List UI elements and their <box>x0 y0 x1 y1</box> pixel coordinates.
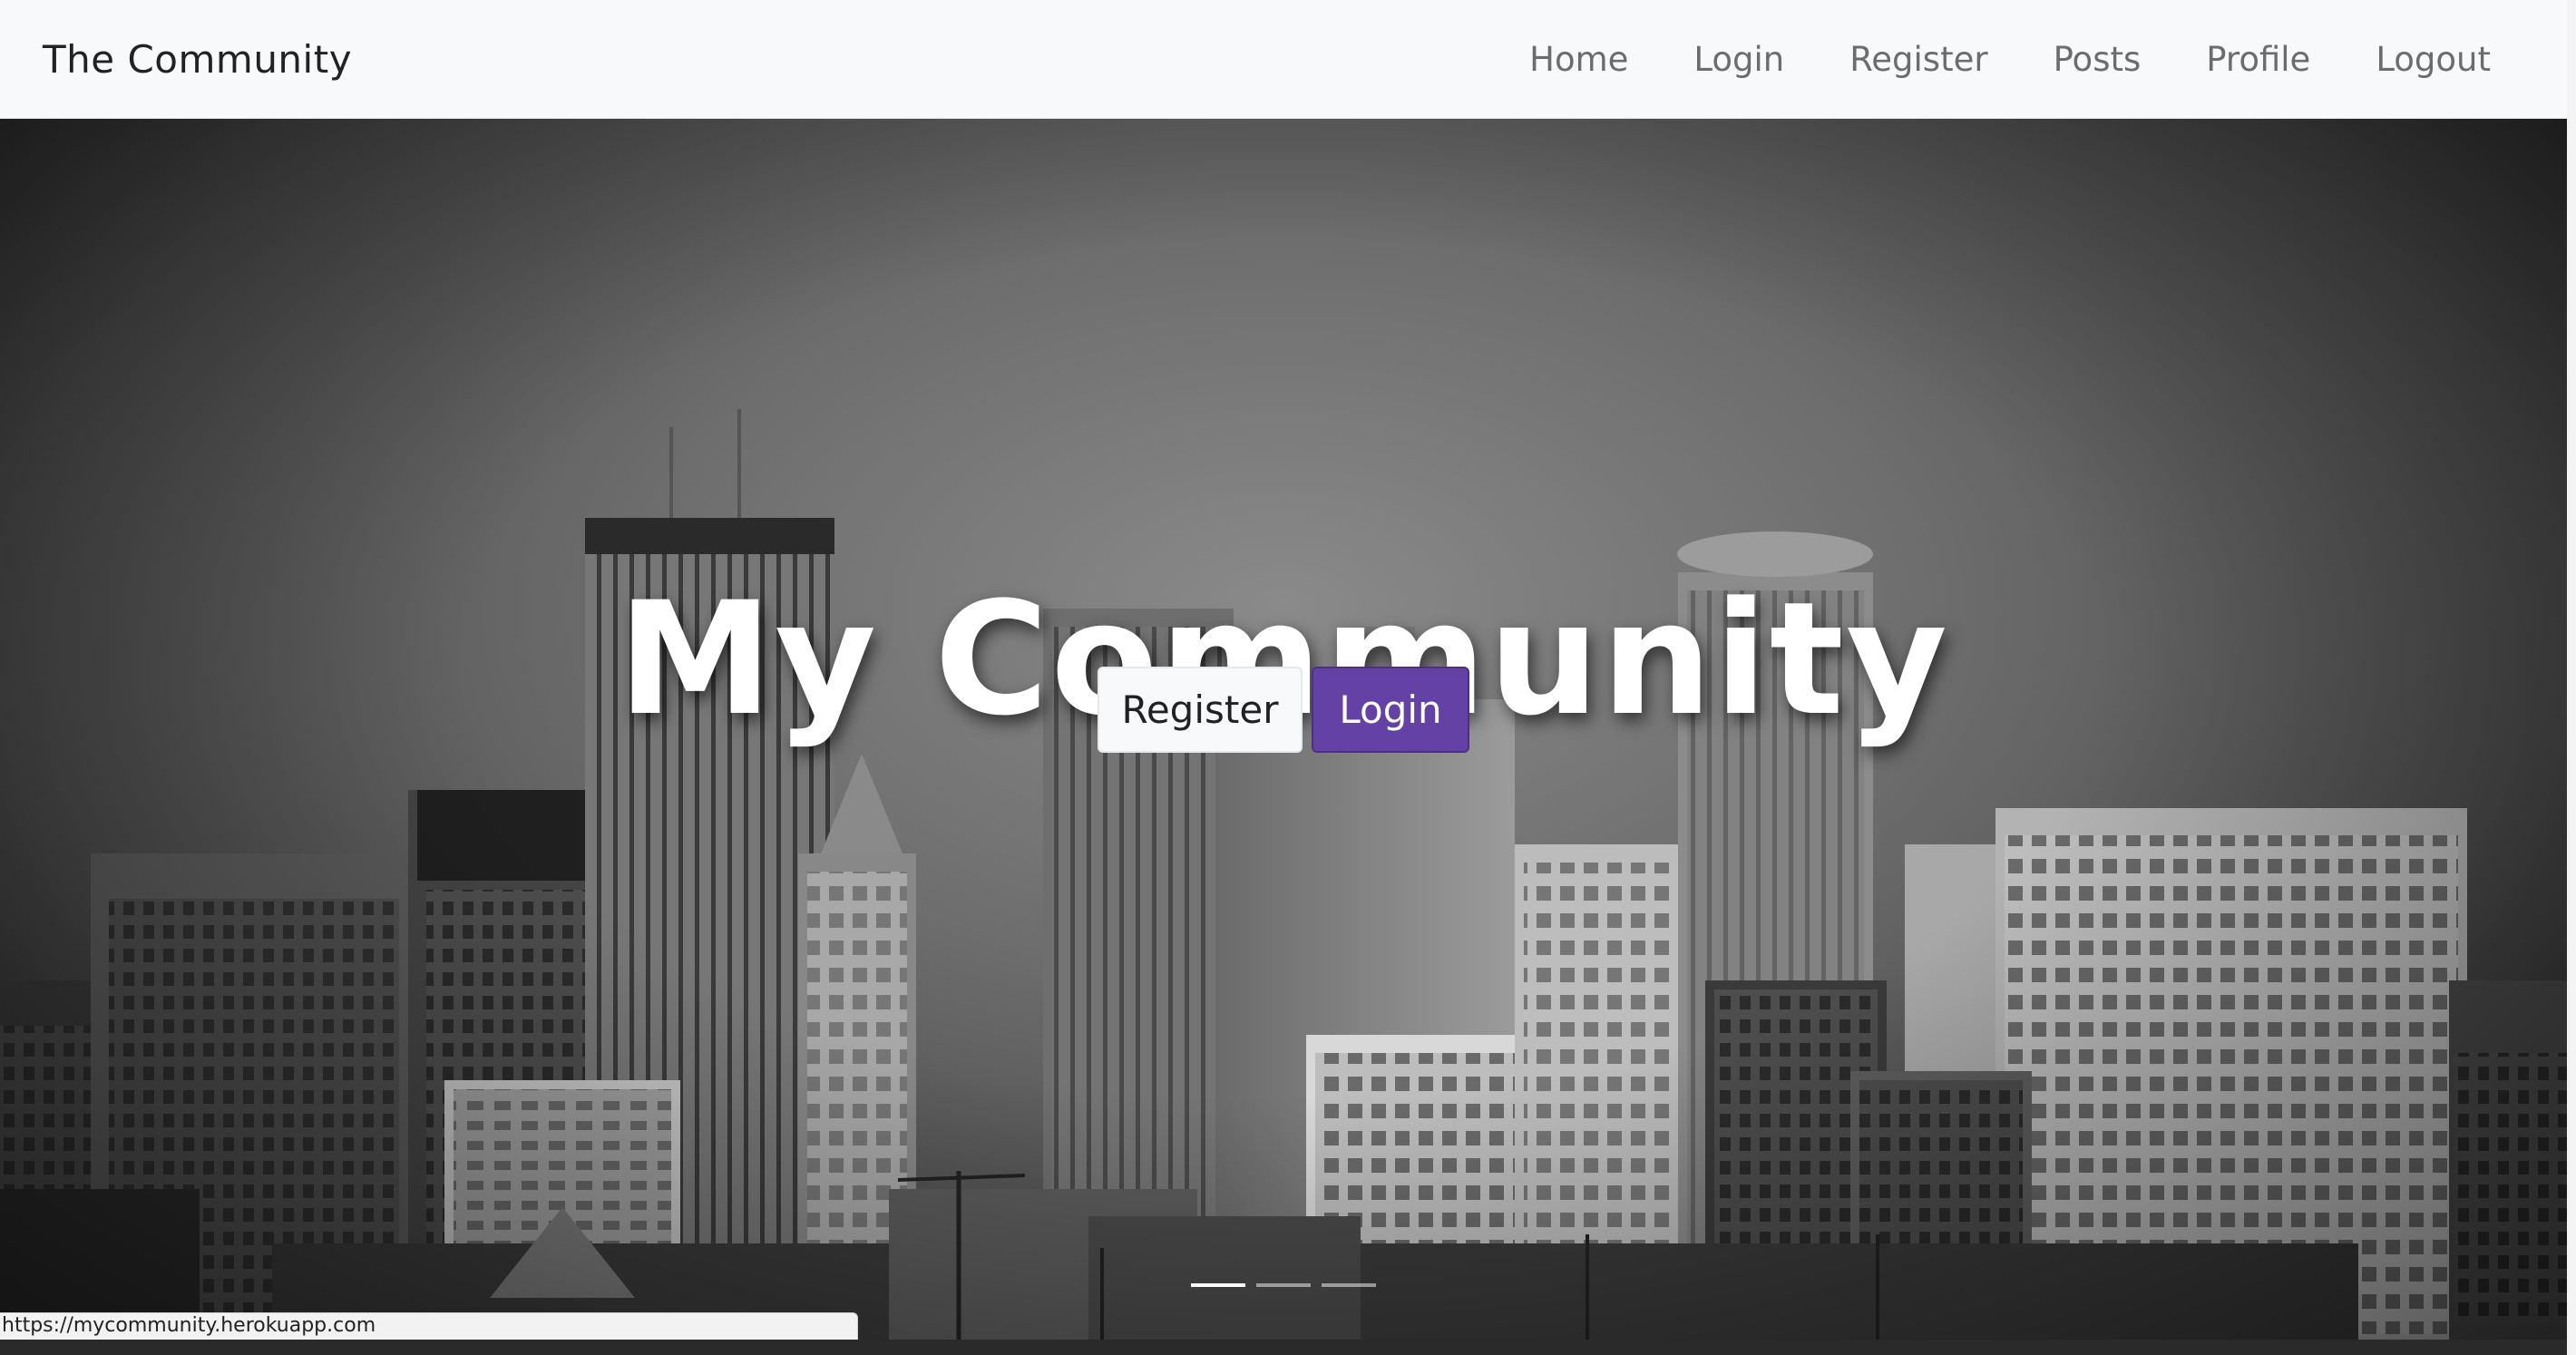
nav-links: Home Login Register Posts Profile Logout <box>1529 0 2491 119</box>
carousel-indicator-2[interactable] <box>1256 1283 1311 1287</box>
nav-link-register[interactable]: Register <box>1849 40 1987 79</box>
carousel-indicator-1[interactable] <box>1191 1283 1245 1287</box>
nav-link-profile[interactable]: Profile <box>2206 40 2310 79</box>
brand-link[interactable]: The Community <box>43 37 352 82</box>
hero-button-group: Register Login <box>0 667 2567 753</box>
hero-carousel: My Community Register Login <box>0 119 2567 1340</box>
carousel-indicators <box>0 1283 2567 1287</box>
hero-login-button[interactable]: Login <box>1312 667 1469 753</box>
carousel-indicator-3[interactable] <box>1322 1283 1376 1287</box>
nav-link-logout[interactable]: Logout <box>2376 40 2491 79</box>
bottom-edge <box>0 1340 2576 1355</box>
right-edge <box>2567 0 2576 1355</box>
browser-status-bar-url: https://mycommunity.herokuapp.com <box>0 1312 858 1340</box>
nav-link-login[interactable]: Login <box>1693 40 1784 79</box>
navbar: The Community Home Login Register Posts … <box>0 0 2567 119</box>
nav-link-posts[interactable]: Posts <box>2054 40 2142 79</box>
hero-register-button[interactable]: Register <box>1098 667 1303 753</box>
page: The Community Home Login Register Posts … <box>0 0 2576 1355</box>
nav-link-home[interactable]: Home <box>1529 40 1628 79</box>
